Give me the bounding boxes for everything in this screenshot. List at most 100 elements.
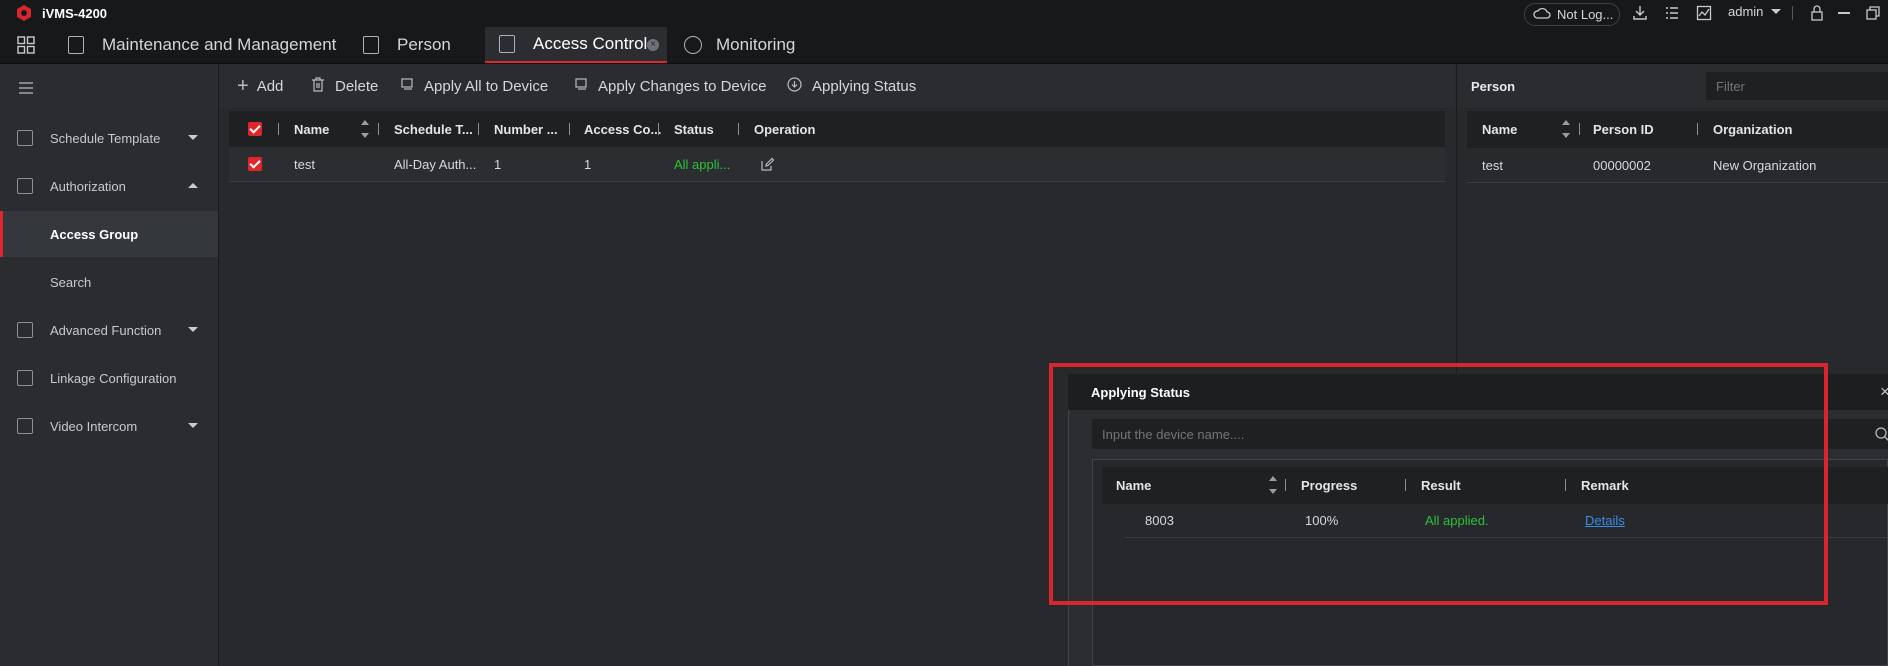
tab-label: Maintenance and Management (102, 35, 337, 54)
app-title: iVMS-4200 (42, 6, 108, 21)
toolbar: + Add Delete Apply All to Device Apply C… (219, 64, 1455, 108)
apply-changes-label: Apply Changes to Device (598, 77, 767, 95)
cell-organization: New Organization (1713, 157, 1817, 173)
row-checkbox[interactable] (248, 147, 262, 181)
column-separator (1579, 123, 1580, 135)
add-button[interactable]: + Add (237, 64, 283, 108)
tab-label: Person (397, 35, 451, 54)
tab-label: Access Control (533, 34, 648, 53)
tab-label: Monitoring (716, 35, 796, 54)
chevron-down-icon (188, 423, 198, 428)
sidebar-item-label: Search (50, 274, 92, 290)
sort-asc-icon[interactable] (1562, 120, 1570, 125)
checkbox-checked-icon (248, 157, 262, 171)
column-header-name[interactable]: Name (294, 111, 329, 147)
apply-changes-to-device-button[interactable]: Apply Changes to Device (574, 64, 766, 108)
column-header-status[interactable]: Status (674, 111, 714, 147)
sidebar-item-label: Video Intercom (50, 418, 138, 434)
sidebar-item-video-intercom[interactable]: Video Intercom (0, 403, 218, 449)
sidebar-item-schedule-template[interactable]: Schedule Template (0, 115, 218, 161)
chevron-up-icon (188, 183, 198, 188)
column-header-access-count[interactable]: Access Co... (584, 111, 661, 147)
cloud-icon (1533, 7, 1551, 22)
cell-schedule: All-Day Auth... (394, 156, 477, 172)
column-separator (478, 123, 479, 135)
apply-changes-icon (574, 77, 588, 95)
user-name: admin (1728, 4, 1764, 19)
person-table-header: Name Person ID Organization (1467, 111, 1888, 148)
sort-desc-icon[interactable] (1562, 133, 1570, 138)
cell-access-count: 1 (584, 156, 592, 172)
cloud-status-button[interactable]: Not Log... (1524, 3, 1620, 26)
column-separator (1697, 123, 1698, 135)
app-logo (16, 5, 32, 21)
minimize-icon[interactable] (1838, 12, 1850, 14)
column-separator (738, 123, 739, 135)
lock-icon (17, 178, 33, 194)
apply-all-to-device-button[interactable]: Apply All to Device (400, 64, 548, 108)
table-row[interactable]: test All-Day Auth... 1 1 All appli... (229, 147, 1445, 182)
tab-access-control[interactable]: Access Control × (485, 27, 667, 63)
cell-status: All appli... (674, 156, 731, 172)
applying-status-button[interactable]: Applying Status (787, 64, 916, 108)
chevron-down-icon (188, 135, 198, 140)
select-all-checkbox[interactable] (248, 111, 262, 147)
trash-icon (311, 76, 325, 96)
sidebar-item-label: Linkage Configuration (50, 370, 177, 386)
maintenance-icon (68, 36, 84, 54)
download-circle-icon (787, 76, 802, 96)
download-icon[interactable] (1632, 5, 1648, 24)
search-icon[interactable] (1874, 426, 1888, 445)
plus-icon: + (237, 74, 249, 97)
add-label: Add (256, 77, 284, 95)
column-header-organization[interactable]: Organization (1713, 111, 1792, 148)
sidebar-item-label: Access Group (50, 226, 139, 242)
tab-monitoring[interactable]: Monitoring (684, 27, 795, 63)
tab-person[interactable]: Person (363, 27, 451, 63)
sidebar-item-linkage-configuration[interactable]: Linkage Configuration (0, 355, 218, 401)
lock-icon[interactable] (1810, 5, 1824, 24)
linkage-icon (17, 370, 33, 386)
access-control-icon (499, 35, 515, 53)
cell-name: test (294, 156, 315, 172)
sort-asc-icon[interactable] (361, 120, 369, 125)
monitor-chart-icon[interactable] (1696, 5, 1712, 24)
column-separator (278, 123, 279, 135)
cloud-status-label: Not Log... (1557, 7, 1614, 22)
title-bar: iVMS-4200 Not Log... admin (0, 0, 1888, 27)
sidebar-item-search[interactable]: Search (0, 259, 218, 305)
access-group-table-header: Name Schedule T... Number ... Access Co.… (229, 111, 1445, 147)
person-filter-input[interactable] (1706, 72, 1888, 100)
restore-icon[interactable] (1866, 6, 1880, 23)
sidebar-item-label: Authorization (50, 178, 126, 194)
apply-icon (400, 77, 414, 95)
user-menu[interactable]: admin (1728, 4, 1782, 19)
sidebar-item-advanced-function[interactable]: Advanced Function (0, 307, 218, 353)
delete-label: Delete (335, 77, 379, 95)
column-header-schedule-template[interactable]: Schedule T... (394, 111, 473, 147)
task-list-icon[interactable] (1664, 5, 1680, 24)
sort-desc-icon[interactable] (361, 133, 369, 138)
sidebar-item-access-group[interactable]: Access Group (0, 211, 218, 257)
sidebar-item-authorization[interactable]: Authorization (0, 163, 218, 209)
column-header-number[interactable]: Number ... (494, 111, 558, 147)
sidebar-item-label: Advanced Function (50, 322, 162, 338)
edit-icon[interactable] (760, 147, 775, 181)
close-icon[interactable]: × (1880, 382, 1888, 402)
delete-button[interactable]: Delete (311, 64, 378, 108)
column-header-person-id[interactable]: Person ID (1593, 111, 1654, 148)
column-header-name[interactable]: Name (1482, 111, 1517, 148)
apps-grid-icon[interactable] (17, 36, 35, 57)
chevron-down-icon (1771, 9, 1782, 14)
table-row[interactable]: test 00000002 New Organization (1467, 148, 1888, 183)
module-tab-bar: Maintenance and Management Person Access… (0, 27, 1888, 64)
tab-maintenance-and-management[interactable]: Maintenance and Management (68, 27, 336, 63)
highlight-box (1049, 363, 1828, 605)
close-tab-icon[interactable]: × (647, 39, 659, 51)
hamburger-menu-icon[interactable] (19, 82, 33, 97)
sidebar: Schedule Template Authorization Access G… (0, 64, 219, 666)
column-separator (378, 123, 379, 135)
advanced-icon (17, 322, 33, 338)
column-header-operation: Operation (754, 121, 816, 137)
person-pane-title: Person (1471, 79, 1516, 94)
